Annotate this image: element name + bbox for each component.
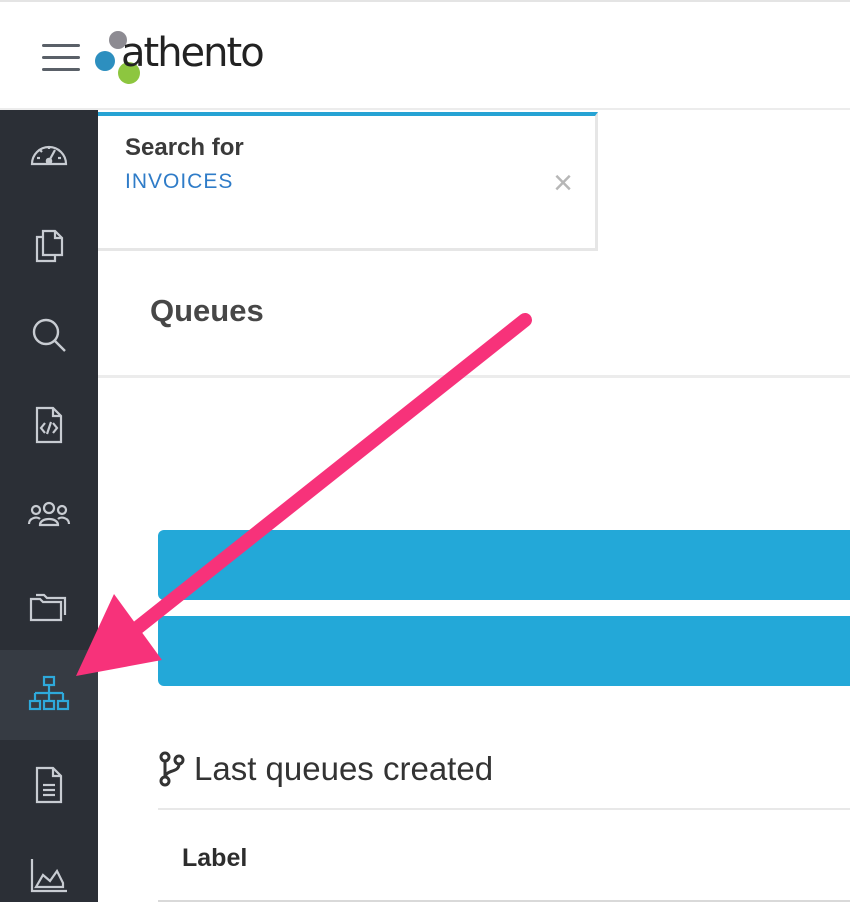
hamburger-menu-icon[interactable] <box>42 42 82 74</box>
column-header-label[interactable]: Label <box>182 844 247 873</box>
sitemap-icon <box>28 675 70 711</box>
copy-documents-icon <box>35 229 64 263</box>
section-title: Last queues created <box>158 750 493 788</box>
sidebar-item-dashboard[interactable] <box>0 110 98 200</box>
blue-action-bar-2[interactable] <box>158 616 850 686</box>
sidebar-item-search[interactable] <box>0 290 98 380</box>
sidebar-item-documents[interactable] <box>0 200 98 290</box>
file-code-icon <box>35 406 63 444</box>
folders-icon <box>29 593 67 622</box>
page-header: Queues <box>98 251 850 378</box>
queues-table: Label <box>158 808 850 904</box>
logo-text: athento <box>121 30 265 76</box>
search-card: Search for INVOICES × <box>98 112 598 251</box>
sidebar-item-folders[interactable] <box>0 560 98 650</box>
close-icon[interactable]: × <box>553 166 573 200</box>
sidebar-item-forms[interactable] <box>0 740 98 830</box>
sidebar-item-queues[interactable] <box>0 650 98 740</box>
blue-action-bar-1[interactable] <box>158 530 850 600</box>
page-title: Queues <box>150 293 264 328</box>
sidebar <box>0 110 98 902</box>
file-text-icon <box>35 766 63 804</box>
speedometer-icon <box>30 145 68 166</box>
section-title-text: Last queues created <box>194 750 494 787</box>
top-bar: athento <box>0 0 850 110</box>
area-chart-icon <box>30 859 67 893</box>
sidebar-item-users[interactable] <box>0 470 98 560</box>
git-branch-icon <box>159 751 185 787</box>
sidebar-item-code-file[interactable] <box>0 380 98 470</box>
users-group-icon <box>27 501 71 527</box>
search-card-title: Search for <box>125 134 244 161</box>
athento-logo[interactable]: athento <box>93 26 283 90</box>
sidebar-item-stats[interactable] <box>0 830 98 920</box>
search-term-link[interactable]: INVOICES <box>125 170 233 194</box>
search-icon <box>32 318 66 352</box>
